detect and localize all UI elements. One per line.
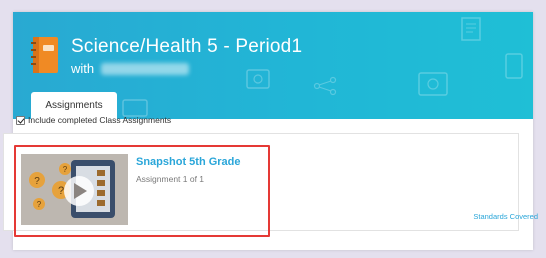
include-completed-label: Include completed Class Assignments [28,115,172,125]
course-title: Science/Health 5 - Period1 [71,36,303,57]
decorative-device-icon [246,69,270,89]
include-completed-filter[interactable]: Include completed Class Assignments [16,114,171,126]
standards-covered-link[interactable]: Standards Covered [473,212,538,221]
notebook-icon [31,37,58,73]
course-banner: Science/Health 5 - Period1 with Assignme… [13,12,533,119]
decorative-tablet-icon [505,53,523,79]
include-completed-checkbox[interactable] [16,115,25,125]
decorative-network-icon [313,76,337,96]
teacher-name-redacted [101,63,189,75]
course-teacher-label: with [71,61,95,76]
decorative-document-icon [461,17,481,41]
decorative-image-icon [418,72,448,96]
highlight-box [14,145,270,237]
